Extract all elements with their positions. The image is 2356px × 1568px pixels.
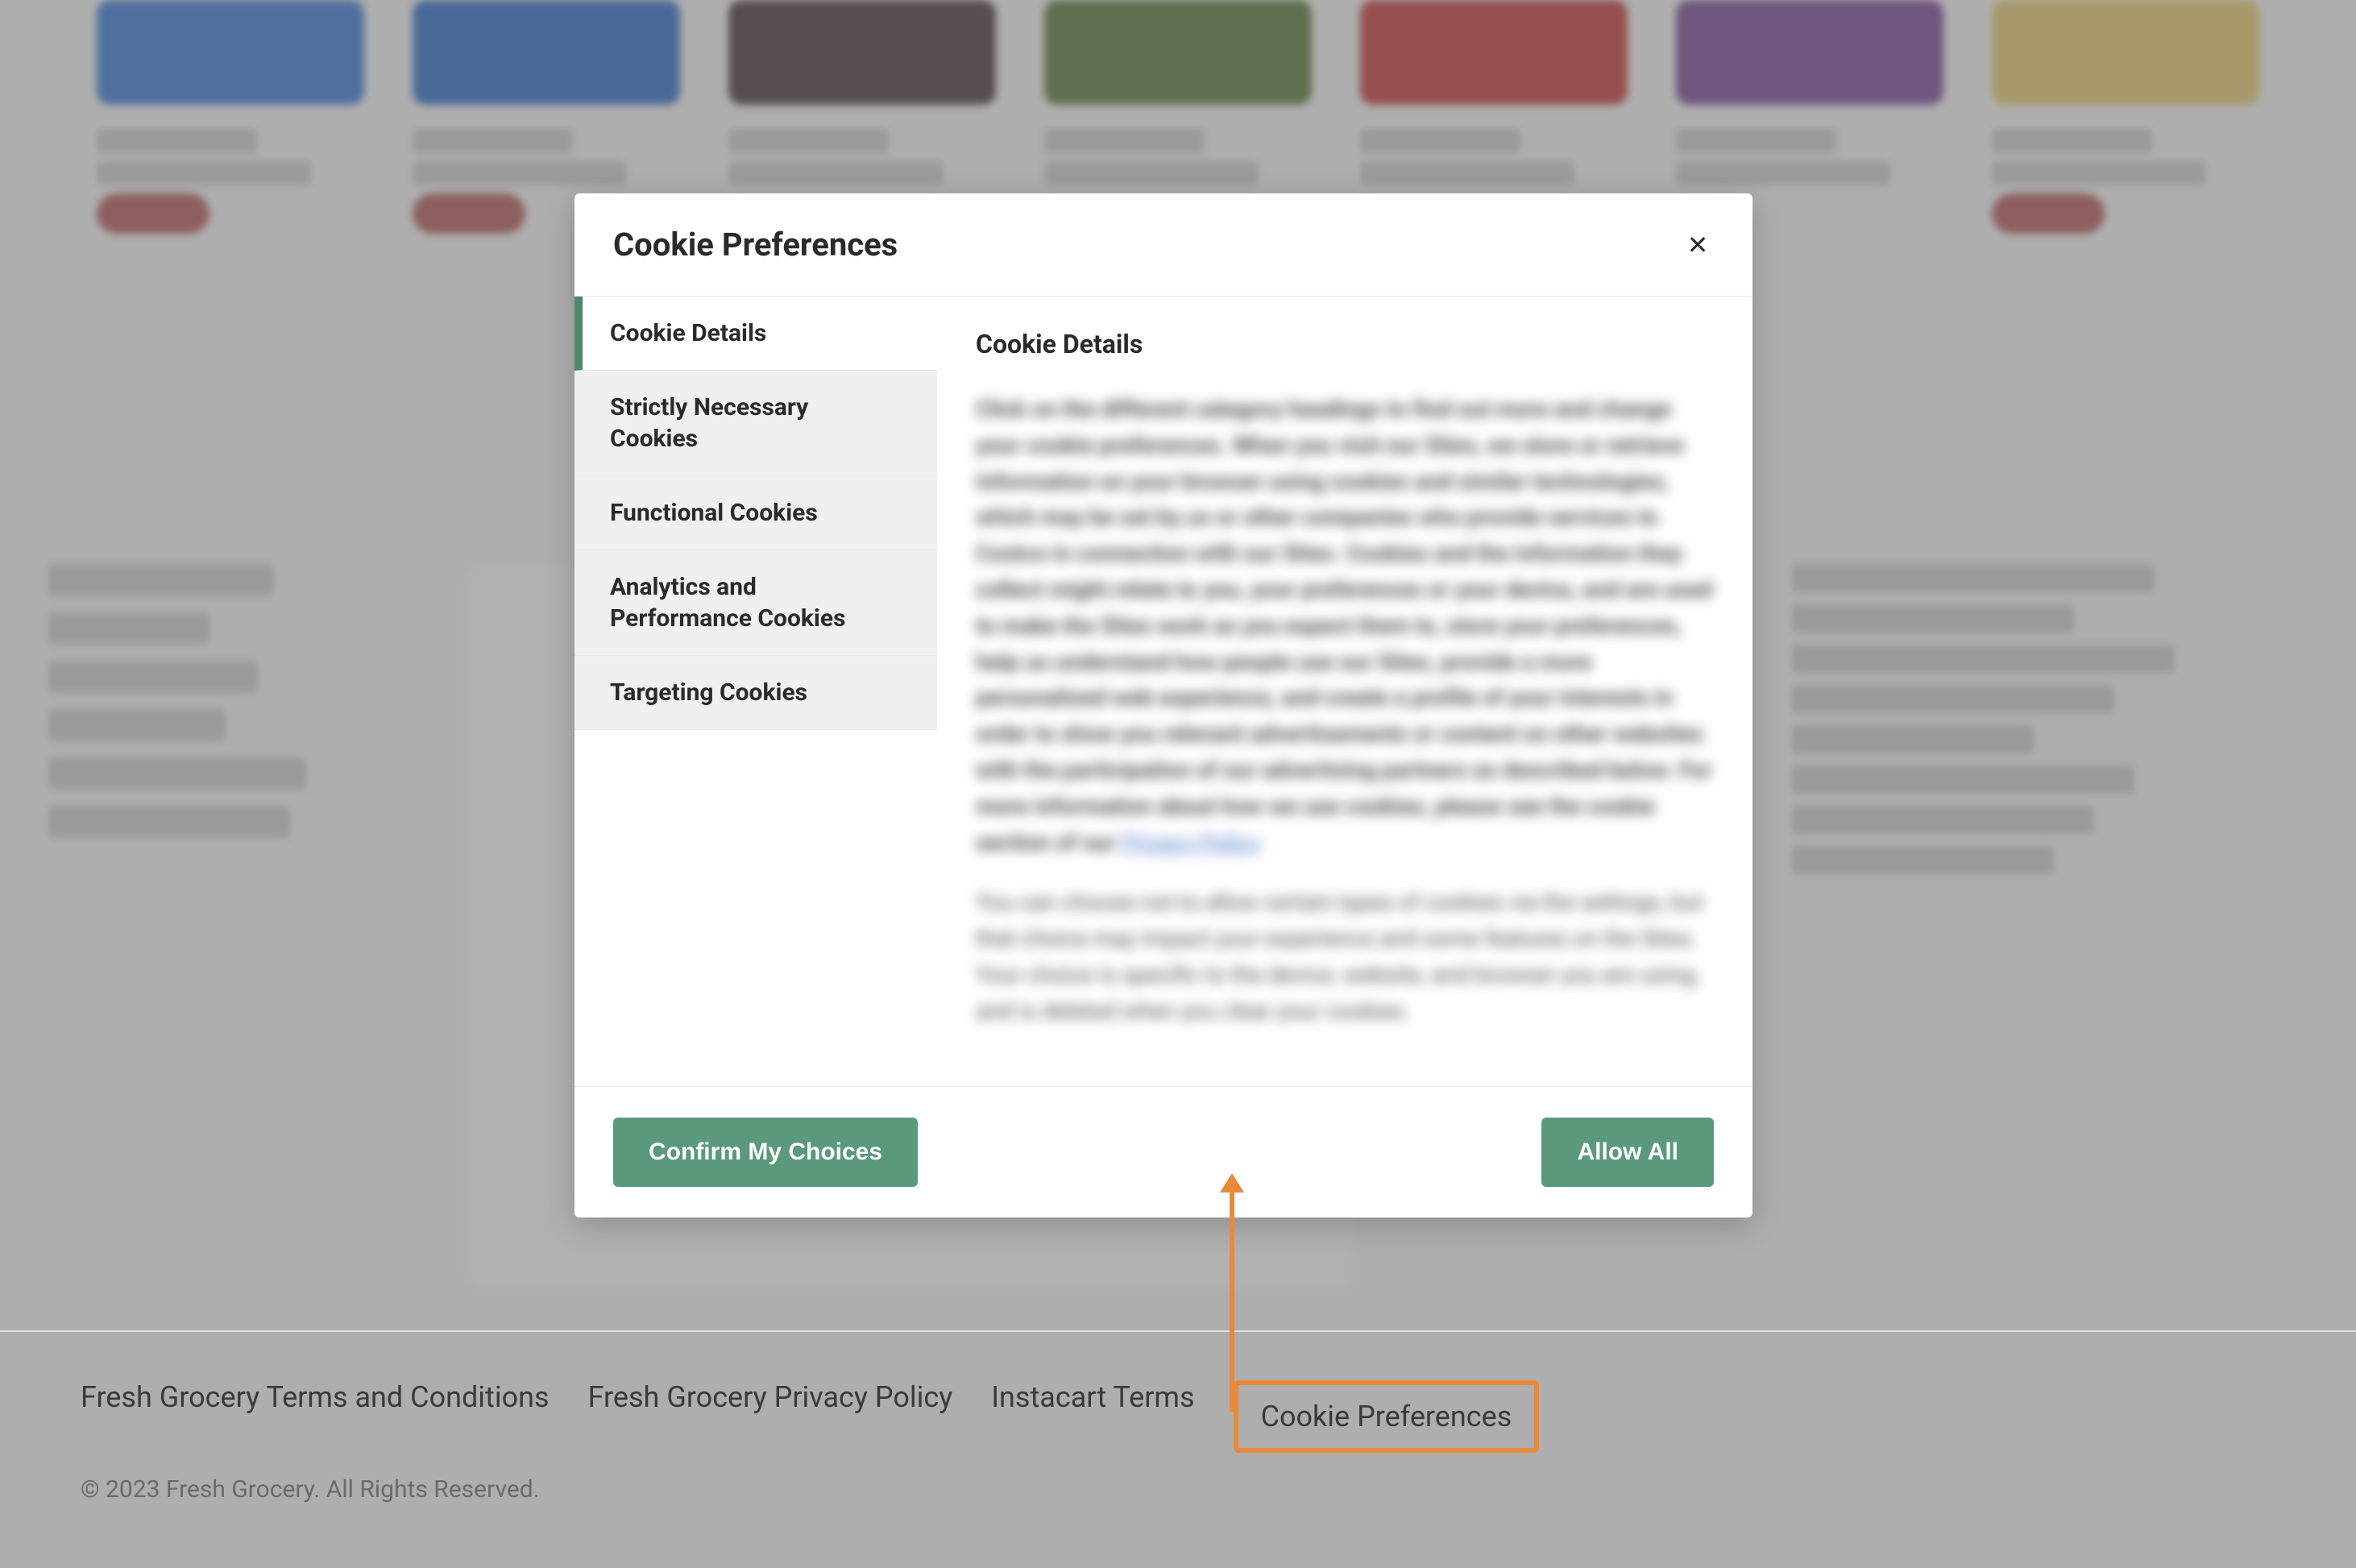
close-button[interactable] — [1682, 229, 1714, 261]
tab-analytics[interactable]: Analytics and Performance Cookies — [574, 550, 937, 656]
tab-sidebar: Cookie Details Strictly Necessary Cookie… — [574, 297, 937, 1086]
tab-targeting[interactable]: Targeting Cookies — [574, 656, 937, 730]
footer-link-instacart[interactable]: Instacart Terms — [991, 1380, 1194, 1453]
tab-strictly-necessary[interactable]: Strictly Necessary Cookies — [574, 371, 937, 476]
tab-functional[interactable]: Functional Cookies — [574, 476, 937, 550]
modal-title: Cookie Preferences — [613, 226, 898, 263]
cookie-preferences-modal: Cookie Preferences Cookie Details Strict… — [574, 193, 1752, 1217]
annotation-arrow — [1230, 1178, 1234, 1412]
footer-links: Fresh Grocery Terms and Conditions Fresh… — [81, 1380, 2275, 1453]
footer-link-privacy[interactable]: Fresh Grocery Privacy Policy — [588, 1380, 953, 1453]
content-paragraph-2: You can choose not to allow certain type… — [976, 885, 1714, 1029]
page-footer: Fresh Grocery Terms and Conditions Fresh… — [0, 1330, 2356, 1568]
modal-header: Cookie Preferences — [574, 193, 1752, 297]
footer-link-cookie-preferences[interactable]: Cookie Preferences — [1234, 1380, 1540, 1453]
footer-link-terms[interactable]: Fresh Grocery Terms and Conditions — [81, 1380, 550, 1453]
tab-content: Cookie Details Click on the different ca… — [937, 297, 1752, 1086]
content-heading: Cookie Details — [976, 329, 1714, 359]
confirm-choices-button[interactable]: Confirm My Choices — [613, 1118, 918, 1187]
modal-footer: Confirm My Choices Allow All — [574, 1086, 1752, 1217]
content-paragraph-1: Click on the different category headings… — [976, 392, 1714, 861]
footer-copyright: © 2023 Fresh Grocery. All Rights Reserve… — [81, 1475, 2275, 1504]
modal-body: Cookie Details Strictly Necessary Cookie… — [574, 297, 1752, 1086]
allow-all-button[interactable]: Allow All — [1541, 1118, 1714, 1187]
tab-cookie-details[interactable]: Cookie Details — [574, 297, 937, 371]
privacy-policy-link[interactable]: Privacy Policy — [1122, 829, 1260, 856]
